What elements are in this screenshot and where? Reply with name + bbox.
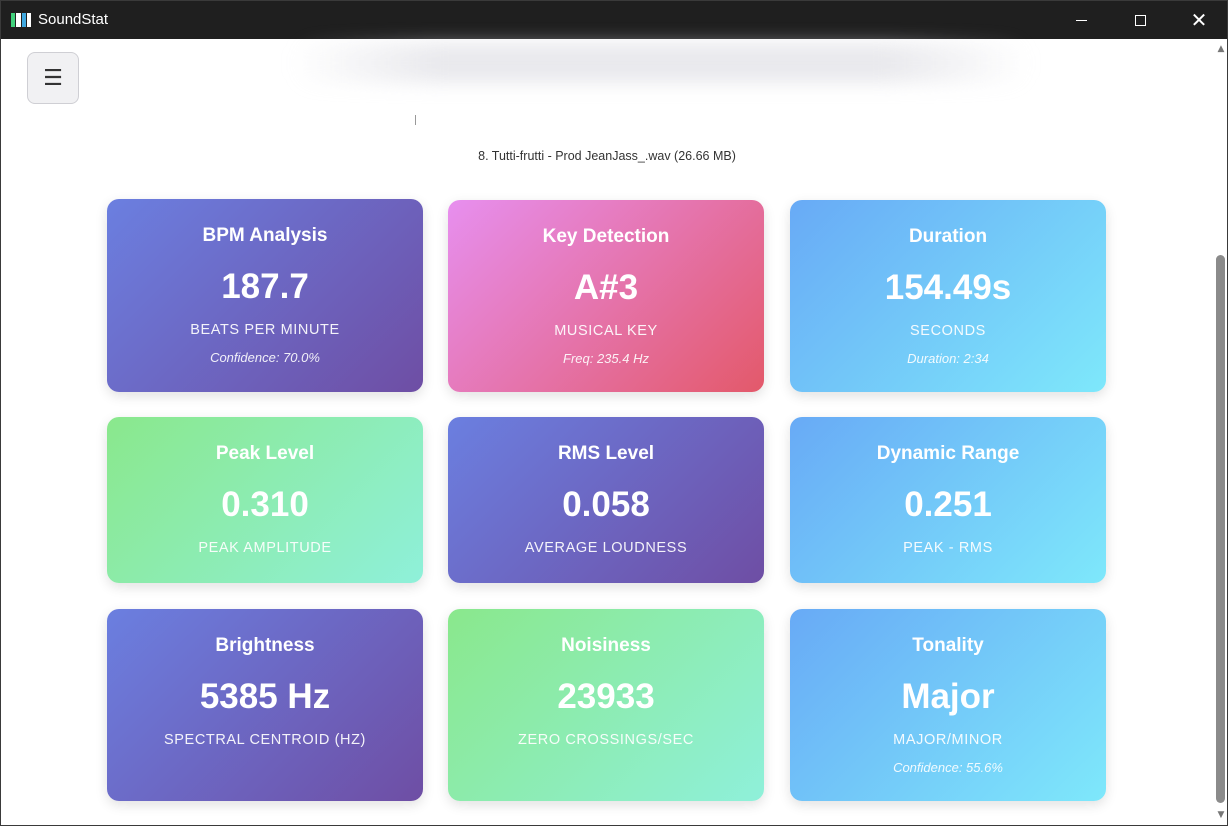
card-label: Average loudness	[524, 540, 688, 556]
app-window: SoundStat ✕ ☰ 8. Tutti-frutti - Prod Jea…	[0, 0, 1228, 826]
vertical-scrollbar[interactable]: ▲ ▼	[1213, 39, 1227, 825]
card-subtext: Duration: 2:34	[907, 351, 989, 366]
main-content: ☰ 8. Tutti-frutti - Prod JeanJass_.wav (…	[1, 39, 1213, 825]
card-value: 5385 Hz	[199, 677, 331, 716]
maximize-icon	[1134, 14, 1146, 26]
card-value: 154.49s	[884, 268, 1012, 307]
card-subtext: Confidence: 70.0%	[210, 350, 320, 365]
scroll-down-arrow-icon[interactable]: ▼	[1215, 809, 1227, 821]
card-bpm-analysis: BPM Analysis 187.7 Beats per minute Conf…	[107, 199, 423, 392]
card-title: Peak Level	[215, 443, 315, 464]
card-peak-level: Peak Level 0.310 Peak amplitude	[107, 417, 423, 583]
card-title: BPM Analysis	[202, 225, 328, 246]
scrollbar-thumb[interactable]	[1216, 255, 1225, 803]
card-title: Brightness	[215, 635, 315, 656]
card-value: 0.310	[221, 485, 309, 524]
card-label: Peak - RMS	[903, 540, 993, 556]
soundstat-logo-icon	[11, 13, 31, 27]
menu-icon: ☰	[43, 65, 63, 91]
card-label: Seconds	[910, 323, 986, 339]
card-noisiness: Noisiness 23933 Zero crossings/sec	[448, 609, 764, 801]
card-brightness: Brightness 5385 Hz Spectral centroid (Hz…	[107, 609, 423, 801]
minimize-icon	[1075, 19, 1087, 21]
window-title: SoundStat	[38, 11, 109, 28]
close-icon: ✕	[1190, 8, 1208, 32]
card-title: Key Detection	[542, 226, 670, 247]
card-label: Beats per minute	[190, 322, 340, 338]
card-value: 0.251	[904, 485, 992, 524]
text-cursor	[415, 115, 416, 125]
minimize-button[interactable]	[1051, 1, 1111, 39]
card-dynamic-range: Dynamic Range 0.251 Peak - RMS	[790, 417, 1106, 583]
card-title: Noisiness	[561, 635, 651, 656]
file-name: 8. Tutti-frutti - Prod JeanJass_.wav (26…	[478, 149, 736, 163]
card-subtext: Confidence: 55.6%	[893, 760, 1003, 775]
card-subtext: Freq: 235.4 Hz	[563, 351, 649, 366]
card-title: Dynamic Range	[876, 443, 1020, 464]
card-label: Major/Minor	[893, 732, 1003, 748]
card-title: RMS Level	[557, 443, 655, 464]
card-value: A#3	[573, 268, 639, 307]
card-rms-level: RMS Level 0.058 Average loudness	[448, 417, 764, 583]
blurred-heading	[291, 43, 1031, 83]
card-key-detection: Key Detection A#3 Musical key Freq: 235.…	[448, 200, 764, 392]
card-duration: Duration 154.49s Seconds Duration: 2:34	[790, 200, 1106, 392]
title-bar[interactable]: SoundStat ✕	[1, 1, 1227, 39]
card-value: 187.7	[221, 267, 309, 306]
card-value: 0.058	[562, 485, 650, 524]
maximize-button[interactable]	[1110, 1, 1170, 39]
scroll-up-arrow-icon[interactable]: ▲	[1215, 43, 1227, 55]
close-button[interactable]: ✕	[1169, 1, 1227, 39]
card-label: Musical key	[554, 323, 658, 339]
card-value: 23933	[557, 677, 655, 716]
card-title: Duration	[908, 226, 988, 247]
card-value: Major	[901, 677, 995, 716]
card-label: Peak amplitude	[198, 540, 332, 556]
card-label: Spectral centroid (Hz)	[164, 732, 366, 748]
hamburger-menu-button[interactable]: ☰	[27, 52, 79, 104]
card-label: Zero crossings/sec	[518, 732, 694, 748]
card-tonality: Tonality Major Major/Minor Confidence: 5…	[790, 609, 1106, 801]
card-title: Tonality	[912, 635, 984, 656]
